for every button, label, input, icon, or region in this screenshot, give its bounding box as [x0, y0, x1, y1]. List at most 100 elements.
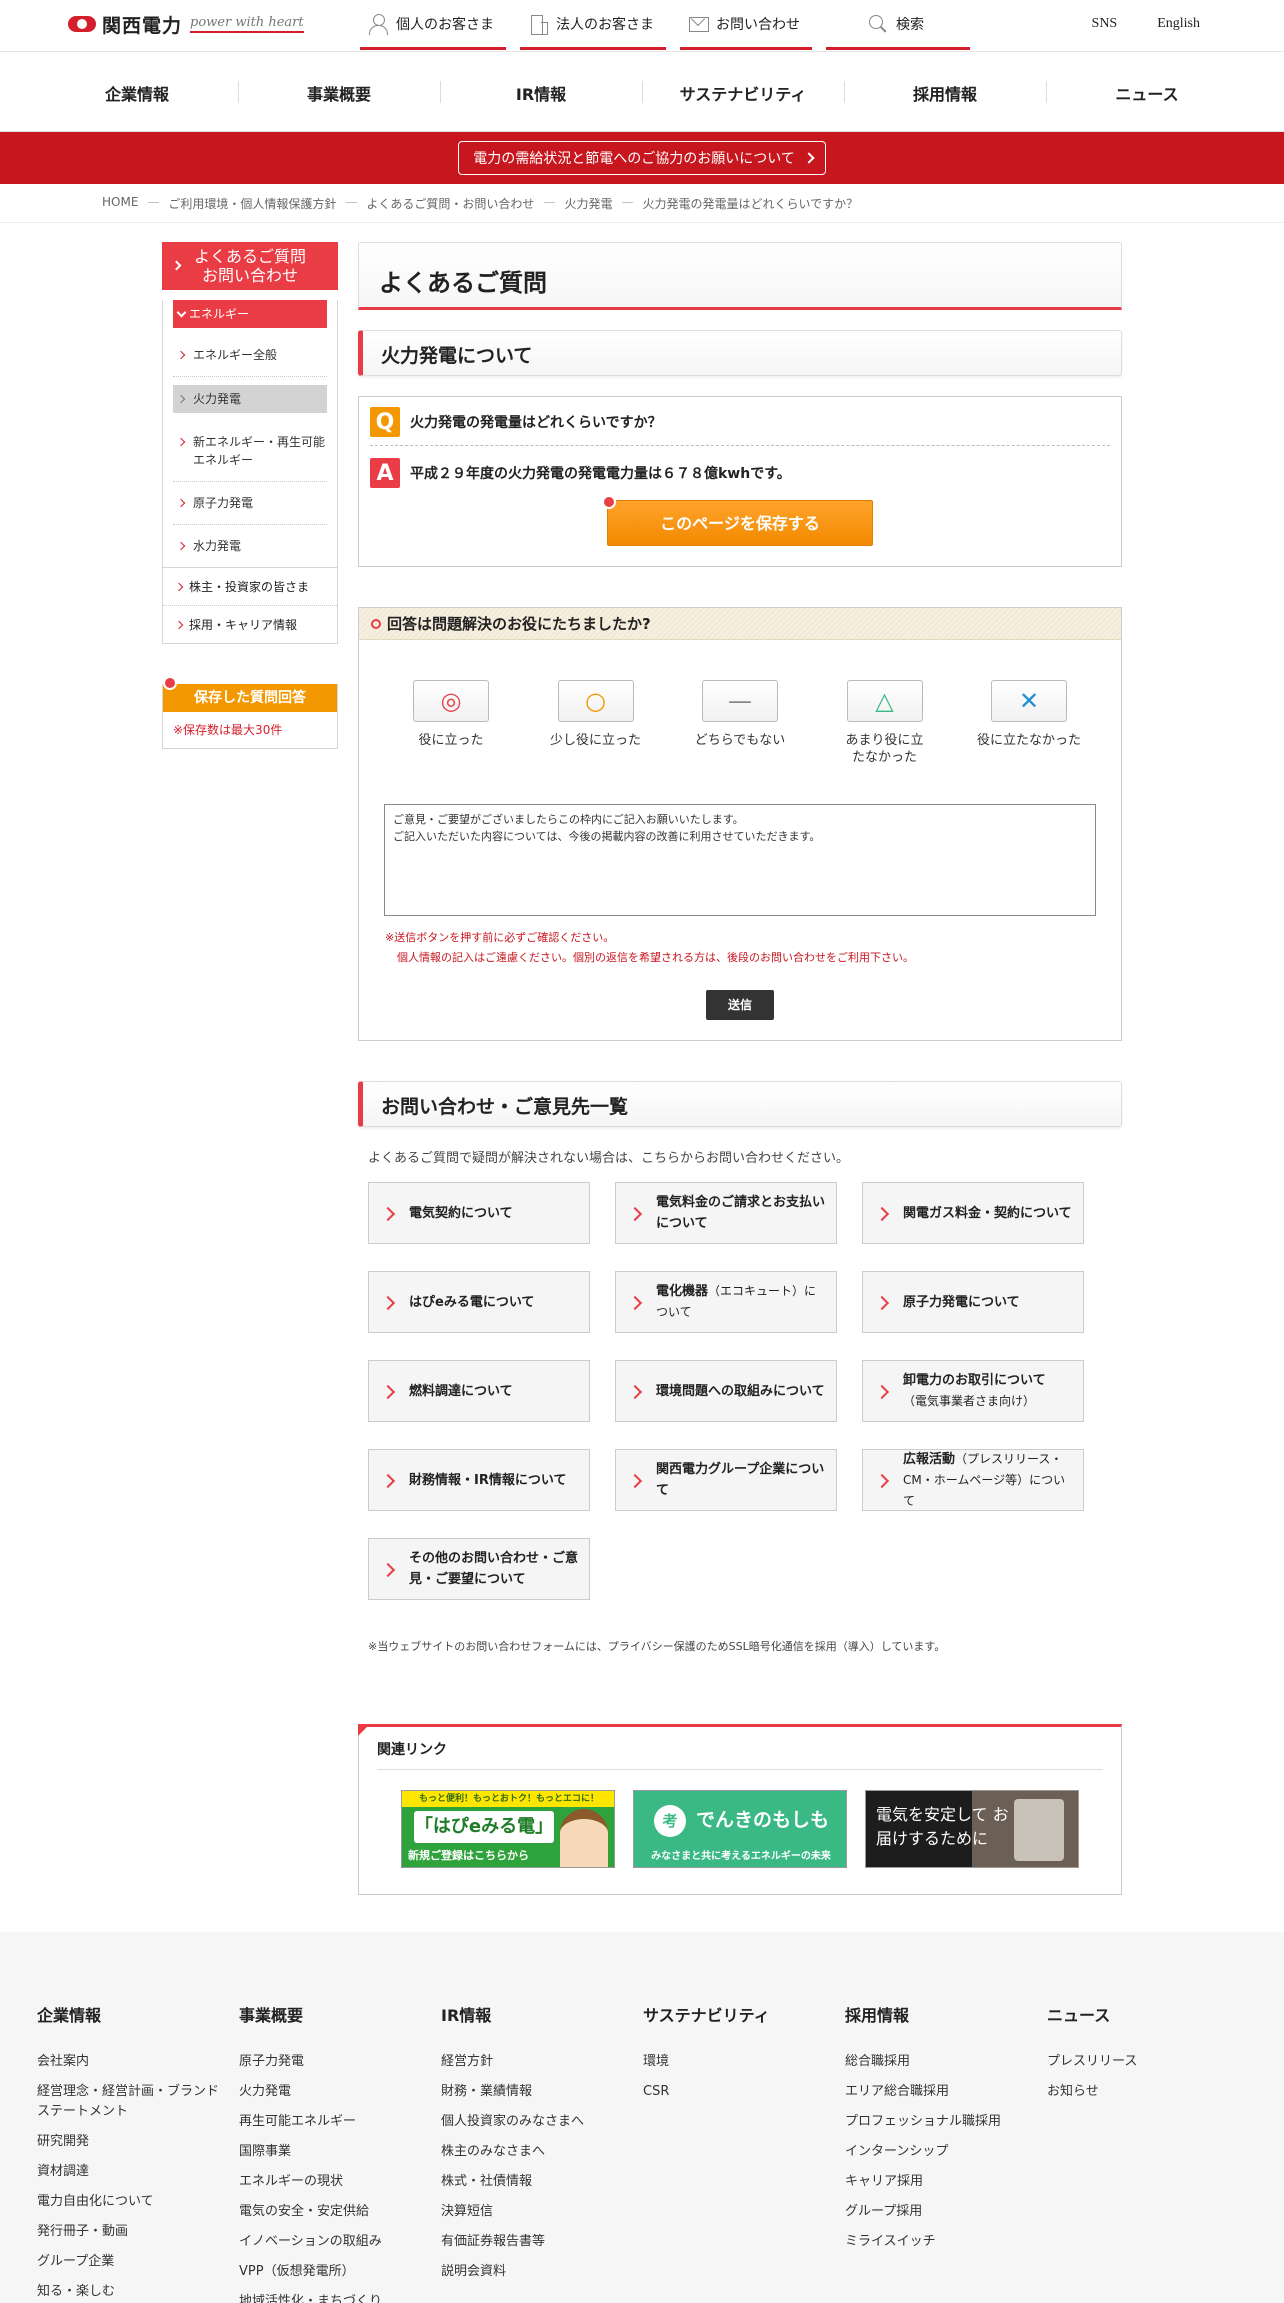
contact-hapie[interactable]: はぴeみる電について: [368, 1271, 590, 1333]
footer-link[interactable]: プレスリリース: [1047, 2052, 1249, 2072]
contact-appliances[interactable]: 電化機器（エコキュート）について: [615, 1271, 837, 1333]
footer-link[interactable]: 有価証券報告書等: [441, 2232, 643, 2252]
footer-link[interactable]: 総合職採用: [845, 2052, 1047, 2072]
contact-pr[interactable]: 広報活動（プレスリリース・CM・ホームページ等）について: [862, 1449, 1084, 1511]
sidebar-item-thermal[interactable]: 火力発電: [173, 385, 327, 413]
footer-link[interactable]: 説明会資料: [441, 2262, 643, 2282]
footer-heading[interactable]: ニュース: [1047, 2002, 1249, 2026]
global-nav-news[interactable]: ニュース: [1046, 53, 1248, 132]
footer-link[interactable]: 知る・楽しむ: [37, 2282, 239, 2302]
footer-heading[interactable]: 採用情報: [845, 2002, 1047, 2026]
top-nav-search[interactable]: 検索: [826, 0, 970, 50]
footer-link[interactable]: 原子力発電: [239, 2052, 441, 2072]
saved-answers-title[interactable]: 保存した質問回答: [163, 676, 337, 712]
contact-fuel[interactable]: 燃料調達について: [368, 1360, 590, 1422]
footer-link[interactable]: イノベーションの取組み: [239, 2232, 441, 2252]
contact-wholesale[interactable]: 卸電力のお取引について （電気事業者さま向け）: [862, 1360, 1084, 1422]
sidebar-category-energy[interactable]: エネルギー: [173, 300, 327, 328]
sidebar-item-hydro[interactable]: 水力発電: [173, 525, 327, 567]
footer-link[interactable]: 電力自由化について: [37, 2192, 239, 2212]
sidebar-item-energy-general[interactable]: エネルギー全般: [173, 334, 327, 377]
footer-link[interactable]: インターンシップ: [845, 2142, 1047, 2162]
footer-link[interactable]: 環境: [643, 2052, 845, 2072]
footer-heading[interactable]: 企業情報: [37, 2002, 239, 2026]
submit-button[interactable]: 送信: [706, 990, 774, 1020]
global-nav-ir[interactable]: IR情報: [440, 53, 642, 132]
contact-ir[interactable]: 財務情報・IR情報について: [368, 1449, 590, 1511]
feedback-textarea[interactable]: ご意見・ご要望がございましたらこの枠内にご記入お願いいたします。 ご記入いただい…: [384, 804, 1096, 916]
circle-icon[interactable]: ○: [557, 680, 634, 722]
sidebar: よくあるご質問 お問い合わせ エネルギー エネルギー全般 火力発電 新エネルギー…: [162, 242, 338, 644]
footer-link[interactable]: エネルギーの現状: [239, 2172, 441, 2192]
footer-heading[interactable]: 事業概要: [239, 2002, 441, 2026]
footer-link[interactable]: 火力発電: [239, 2082, 441, 2102]
banner-stable-supply[interactable]: 電気を安定して お届けするために: [865, 1790, 1079, 1868]
footer-link[interactable]: エリア総合職採用: [845, 2082, 1047, 2102]
global-nav-corporate[interactable]: 企業情報: [36, 53, 238, 132]
footer-link[interactable]: 経営方針: [441, 2052, 643, 2072]
footer-link[interactable]: 会社案内: [37, 2052, 239, 2072]
footer-link[interactable]: 個人投資家のみなさまへ: [441, 2112, 643, 2132]
footer-link[interactable]: お知らせ: [1047, 2082, 1249, 2102]
breadcrumb-thermal[interactable]: 火力発電: [564, 195, 612, 212]
breadcrumb-policy[interactable]: ご利用環境・個人情報保護方針: [168, 195, 336, 212]
contact-other[interactable]: その他のお問い合わせ・ご意見・ご要望について: [368, 1538, 590, 1600]
footer-link[interactable]: 株式・社債情報: [441, 2172, 643, 2192]
contact-billing[interactable]: 電気料金のご請求とお支払いについて: [615, 1182, 837, 1244]
sidebar-title[interactable]: よくあるご質問 お問い合わせ: [162, 242, 338, 290]
footer-link[interactable]: グループ採用: [845, 2202, 1047, 2222]
top-nav-individual[interactable]: 個人のお客さま: [360, 0, 506, 50]
sidebar-item-nuclear[interactable]: 原子力発電: [173, 482, 327, 525]
footer-link[interactable]: 発行冊子・動画: [37, 2222, 239, 2242]
footer-link[interactable]: 経営理念・経営計画・ブランドステートメント: [37, 2082, 239, 2122]
footer-link[interactable]: プロフェッショナル職採用: [845, 2112, 1047, 2132]
contact-electricity-contract[interactable]: 電気契約について: [368, 1182, 590, 1244]
sidebar-item-careers[interactable]: 採用・キャリア情報: [163, 605, 337, 643]
footer-link[interactable]: キャリア採用: [845, 2172, 1047, 2192]
breadcrumb-faq[interactable]: よくあるご質問・お問い合わせ: [366, 195, 534, 212]
top-nav-contact[interactable]: お問い合わせ: [680, 0, 812, 50]
global-nav-sustainability[interactable]: サステナビリティ: [642, 53, 844, 132]
circle-bullet-icon: [371, 618, 381, 629]
footer-link[interactable]: 再生可能エネルギー: [239, 2112, 441, 2132]
footer-link[interactable]: 資材調達: [37, 2162, 239, 2182]
footer-link[interactable]: ミライスイッチ: [845, 2232, 1047, 2252]
breadcrumb-home[interactable]: HOME: [102, 195, 138, 212]
footer-link[interactable]: 国際事業: [239, 2142, 441, 2162]
footer-link[interactable]: 決算短信: [441, 2202, 643, 2222]
global-nav-business[interactable]: 事業概要: [238, 53, 440, 132]
banner-hapie[interactable]: もっと便利！もっとおトク！もっとエコに！ 「はぴeみる電」 新規ご登録はこちらか…: [401, 1790, 615, 1868]
global-nav-recruit[interactable]: 採用情報: [844, 53, 1046, 132]
triangle-icon[interactable]: △: [846, 680, 923, 722]
footer-link[interactable]: グループ企業: [37, 2252, 239, 2272]
top-nav-corporate[interactable]: 法人のお客さま: [520, 0, 666, 50]
survey-title: 回答は問題解決のお役にたちましたか?: [359, 608, 1121, 640]
footer-link[interactable]: 研究開発: [37, 2132, 239, 2152]
save-page-button[interactable]: このページを保存する: [602, 495, 873, 546]
footer-link[interactable]: CSR: [643, 2082, 845, 2102]
notice-button[interactable]: 電力の需給状況と節電へのご協力のお願いについて: [458, 141, 826, 175]
sns-link[interactable]: SNS: [1092, 16, 1118, 32]
logo-name: 関西電力: [102, 14, 183, 37]
banner-denki-no-moshimo[interactable]: 考 でんきのもしも みなさまと共に考えるエネルギーの未来: [633, 1790, 847, 1868]
sidebar-item-investors[interactable]: 株主・投資家の皆さま: [163, 567, 337, 605]
contact-gas[interactable]: 関電ガス料金・契約について: [862, 1182, 1084, 1244]
footer-heading[interactable]: サステナビリティ: [643, 2002, 845, 2026]
double-circle-icon[interactable]: ◎: [413, 680, 489, 722]
footer-link[interactable]: 株主のみなさまへ: [441, 2142, 643, 2162]
site-logo[interactable]: 関西電力 power with heart: [68, 10, 304, 38]
footer-link[interactable]: VPP（仮想発電所）: [239, 2262, 441, 2282]
contact-environment[interactable]: 環境問題への取組みについて: [615, 1360, 837, 1422]
building-icon: [528, 14, 548, 35]
cross-icon[interactable]: ✕: [991, 680, 1067, 722]
footer-link[interactable]: 電気の安全・安定供給: [239, 2202, 441, 2222]
footer-link[interactable]: 地域活性化・まちづくり: [239, 2292, 441, 2303]
footer-link[interactable]: 財務・業績情報: [441, 2082, 643, 2102]
contact-nuclear[interactable]: 原子力発電について: [862, 1271, 1084, 1333]
sidebar-item-renewable[interactable]: 新エネルギー・再生可能エネルギー: [173, 421, 327, 482]
english-link[interactable]: English: [1157, 16, 1200, 32]
footer-heading[interactable]: IR情報: [441, 2002, 643, 2026]
contact-group[interactable]: 関西電力グループ企業について: [615, 1449, 837, 1511]
footer-col-recruit: 採用情報 総合職採用 エリア総合職採用 プロフェッショナル職採用 インターンシッ…: [845, 2002, 1047, 2303]
dash-icon[interactable]: —: [702, 680, 778, 722]
